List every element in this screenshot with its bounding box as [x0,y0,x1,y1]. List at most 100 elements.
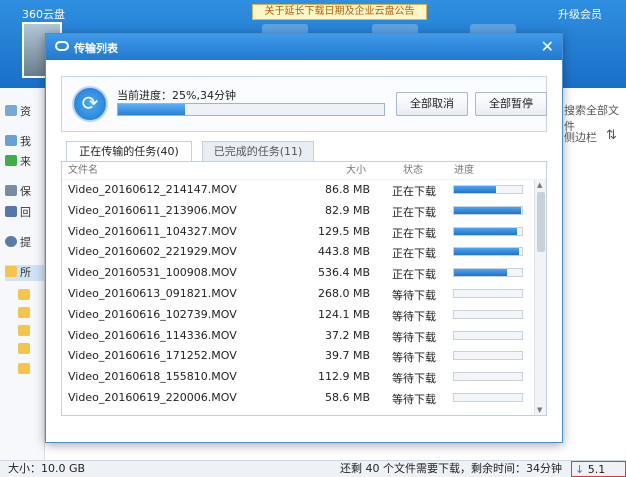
file-progress-bar [453,309,523,319]
table-row[interactable]: Video_20160531_100908.MOV 536.4 MB 正在下载 [62,263,546,284]
table-row[interactable]: Video_20160613_091821.MOV 268.0 MB 等待下载 [62,284,546,305]
folder-icon [5,266,17,277]
sidebar-item[interactable]: 我 [5,134,31,150]
file-name: Video_20160602_221929.MOV [68,245,237,259]
ie-icon [5,155,17,166]
folder-icon [18,289,30,300]
sidebar-item-all-files[interactable]: 所 [5,265,45,281]
file-status: 正在下载 [392,247,436,261]
file-status: 正在下载 [392,185,436,198]
file-progress-fill [454,248,520,256]
column-progress[interactable]: 进度 [454,162,474,180]
file-status: 等待下载 [392,392,436,406]
folder-icon [18,307,30,318]
speed-indicator[interactable]: ↓ 5.1 MB [571,461,626,477]
table-row[interactable]: Video_20160612_214147.MOV 86.8 MB 正在下载 [62,180,546,201]
folder-tree-item[interactable] [18,288,33,304]
close-icon[interactable]: ✕ [541,37,554,56]
notice-banner[interactable]: 关于延长下载日期及企业云盘公告 [252,4,427,20]
list-header: 文件名 大小 状态 进度 [62,162,546,180]
folder-tree-item[interactable] [18,362,33,378]
table-row[interactable]: Video_20160618_155810.MOV 112.9 MB 等待下载 [62,367,546,388]
file-size: 268.0 MB [317,286,370,300]
table-row[interactable]: Video_20160616_114336.MOV 37.2 MB 等待下载 [62,326,546,347]
file-progress-bar [453,351,523,361]
dialog-title: 传输列表 [74,42,118,55]
file-name: Video_20160619_220006.MOV [68,390,237,404]
list-body: Video_20160612_214147.MOV 86.8 MB 正在下载 Vide… [62,180,546,409]
upgrade-link[interactable]: 升级会员 [558,6,602,22]
scroll-down-icon[interactable]: ▼ [537,406,542,414]
file-progress-bar [453,226,523,236]
column-name[interactable]: 文件名 [68,162,98,180]
file-size: 39.7 MB [324,349,370,363]
table-row[interactable]: Video_20160611_104327.MOV 129.5 MB 正在下载 [62,222,546,243]
file-progress-bar [453,330,523,340]
column-status[interactable]: 状态 [403,162,423,180]
file-status: 正在下载 [392,205,436,219]
file-name: Video_20160616_102739.MOV [68,307,237,321]
file-progress-bar [453,392,523,402]
file-progress-bar [453,268,523,278]
file-progress-bar [453,372,523,382]
remaining-info: 还剩 40 个文件需要下载，剩余时间：34分钟 [340,462,562,475]
file-name: Video_20160616_114336.MOV [68,328,237,342]
folder-tree-item[interactable] [18,306,33,322]
sidebar-item[interactable]: 回 [5,205,31,221]
storage-size: 大小：10.0 GB [8,462,86,475]
sidebar-item[interactable]: 来 [5,154,31,170]
status-bar: 大小：10.0 GB 还剩 40 个文件需要下载，剩余时间：34分钟 ↓ 5.1… [0,460,626,477]
sync-icon: ⟳ [72,86,108,122]
safe-icon [5,185,17,196]
folder-icon [18,325,30,336]
file-name: Video_20160531_100908.MOV [68,266,237,280]
file-progress-fill [454,227,517,235]
list-scrollbar[interactable]: ▲ ▼ [534,180,546,415]
sort-icon[interactable]: ⇅ [606,128,617,143]
file-status: 正在下载 [392,268,436,282]
file-size: 124.1 MB [317,307,370,321]
file-progress-bar [453,205,523,215]
tab-transferring[interactable]: 正在传输的任务(40) [66,141,192,161]
left-sidebar: 资 我 来 保 回 提 所 [0,88,45,460]
overall-progress-panel: ⟳ 当前进度：25%,34分钟 全部取消 全部暂停 [61,76,547,132]
table-row[interactable]: Video_20160619_220006.MOV 58.6 MB 等待下载 [62,388,546,409]
table-row[interactable]: Video_20160616_102739.MOV 124.1 MB 等待下载 [62,305,546,326]
sidebar-item[interactable]: 保 [5,184,31,200]
recycle-icon [5,206,17,217]
file-size: 86.8 MB [324,183,370,196]
file-size: 82.9 MB [324,203,370,217]
sidebar-toggle[interactable]: 侧边栏 [564,129,597,145]
table-row[interactable]: Video_20160616_171252.MOV 39.7 MB 等待下载 [62,346,546,367]
dialog-header: 传输列表 ✕ [46,34,562,60]
file-name: Video_20160611_104327.MOV [68,224,237,238]
app-title: 360云盘 [22,8,65,21]
file-name: Video_20160618_155810.MOV [68,370,237,384]
scroll-up-icon[interactable]: ▲ [537,181,542,189]
pause-all-button[interactable]: 全部暂停 [475,92,547,116]
file-size: 58.6 MB [324,390,370,404]
file-size: 536.4 MB [317,266,370,280]
transfer-dialog: 传输列表 ✕ ⟳ 当前进度：25%,34分钟 全部取消 全部暂停 正在传输的任务… [45,33,563,443]
table-row[interactable]: Video_20160602_221929.MOV 443.8 MB 正在下载 [62,242,546,263]
overall-progress-bar [117,103,385,116]
folder-tree-item[interactable] [18,324,33,340]
tab-completed[interactable]: 已完成的任务(11) [202,141,314,161]
file-size: 443.8 MB [317,245,370,259]
cancel-all-button[interactable]: 全部取消 [396,92,468,116]
file-size: 37.2 MB [324,328,370,342]
file-name: Video_20160611_213906.MOV [68,203,237,217]
file-size: 112.9 MB [317,370,370,384]
folder-tree-item[interactable] [18,342,33,358]
file-name: Video_20160613_091821.MOV [68,286,237,300]
folder-icon [18,363,30,374]
file-status: 等待下载 [392,372,436,386]
sidebar-item[interactable]: 提 [5,235,31,251]
table-row[interactable]: Video_20160611_213906.MOV 82.9 MB 正在下载 [62,201,546,222]
file-status: 等待下载 [392,330,436,344]
sidebar-item[interactable]: 资 [5,104,31,120]
share-icon [5,135,17,146]
file-status: 等待下载 [392,288,436,302]
column-size[interactable]: 大小 [346,162,366,180]
scroll-thumb[interactable] [537,192,545,252]
